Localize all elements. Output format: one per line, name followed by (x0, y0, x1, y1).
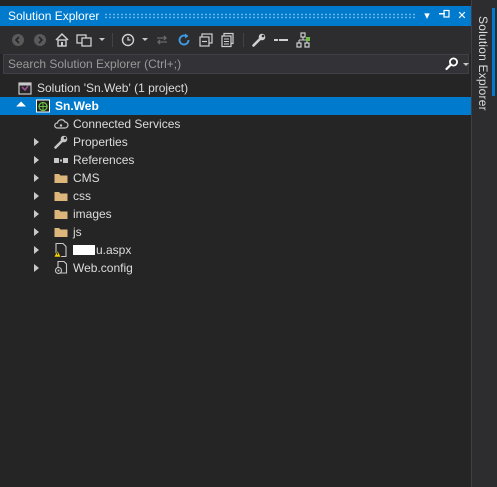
tree-label-item: Properties (73, 135, 128, 149)
tree-label-item: js (73, 225, 82, 239)
tree-label-item: css (73, 189, 91, 203)
panel-titlebar[interactable]: Solution Explorer ▾ ✕ (0, 6, 471, 26)
collapsed-arrow-icon[interactable] (34, 264, 39, 272)
home-icon[interactable] (54, 32, 70, 48)
show-all-files-icon[interactable] (220, 32, 236, 48)
references-icon (53, 152, 69, 168)
search-icon[interactable] (444, 56, 460, 72)
solution-explorer-panel: Solution Explorer ▾ ✕ Search Solution Ex… (0, 0, 471, 487)
tree-label-solution: Solution 'Sn.Web' (1 project) (37, 81, 189, 95)
tree-row-folder[interactable]: js (0, 223, 471, 241)
tree-row-project[interactable]: Sn.Web (0, 97, 471, 115)
web-project-icon (35, 98, 51, 114)
history-dropdown-icon[interactable] (142, 38, 148, 41)
collapsed-arrow-icon[interactable] (34, 246, 39, 254)
tree-row-connected-services[interactable]: Connected Services (0, 115, 471, 133)
tree-label-item: Connected Services (73, 117, 181, 131)
expanded-arrow-icon[interactable] (16, 101, 27, 112)
sync-icon[interactable] (154, 32, 170, 48)
panel-title: Solution Explorer (8, 9, 100, 23)
properties-icon[interactable] (251, 32, 267, 48)
search-box[interactable] (3, 54, 469, 74)
folder-icon (53, 206, 69, 222)
collapse-all-icon[interactable] (198, 32, 214, 48)
switch-views-dropdown-icon[interactable] (99, 38, 105, 41)
preview-icon[interactable] (295, 32, 311, 48)
tree-label-item: u.aspx (73, 243, 131, 257)
aspx-file-warning-icon (53, 242, 69, 258)
config-file-icon (53, 260, 69, 276)
toolbar-separator (243, 33, 244, 47)
side-tab-label: Solution Explorer (476, 16, 490, 111)
collapsed-arrow-icon[interactable] (34, 228, 39, 236)
switch-views-icon[interactable] (76, 32, 92, 48)
window-position-dropdown-icon[interactable]: ▾ (420, 8, 434, 24)
tree-label-text: u.aspx (96, 243, 132, 257)
tree-label-item: References (73, 153, 135, 167)
history-icon[interactable] (120, 32, 136, 48)
tree-label-item: Web.config (73, 261, 133, 275)
folder-icon (53, 224, 69, 240)
collapsed-arrow-icon[interactable] (34, 156, 39, 164)
forward-icon[interactable] (32, 32, 48, 48)
folder-icon (53, 188, 69, 204)
toolbar-separator (112, 33, 113, 47)
collapsed-arrow-icon[interactable] (34, 174, 39, 182)
search-input[interactable] (8, 56, 433, 72)
side-tab-accent (492, 8, 495, 96)
tree-row-folder[interactable]: CMS (0, 169, 471, 187)
collapsed-arrow-icon[interactable] (34, 192, 39, 200)
solution-icon (17, 80, 33, 96)
collapsed-arrow-icon[interactable] (34, 138, 39, 146)
pin-icon[interactable] (437, 8, 451, 24)
tree-row-folder[interactable]: css (0, 187, 471, 205)
tree-row-solution[interactable]: Solution 'Sn.Web' (1 project) (0, 79, 471, 97)
minus-icon[interactable] (273, 32, 289, 48)
tree-row-web-config[interactable]: Web.config (0, 259, 471, 277)
tree-label-item: CMS (73, 171, 100, 185)
titlebar-grip (104, 13, 417, 19)
search-options-dropdown-icon[interactable] (463, 63, 469, 66)
toolbar (0, 26, 471, 54)
tree-label-project: Sn.Web (55, 99, 99, 113)
redacted-block (73, 245, 95, 255)
wrench-icon (53, 134, 69, 150)
side-tab-solution-explorer[interactable]: Solution Explorer (471, 0, 497, 487)
tree-label-item: images (73, 207, 112, 221)
refresh-icon[interactable] (176, 32, 192, 48)
tree-row-references[interactable]: References (0, 151, 471, 169)
cloud-icon (53, 116, 69, 132)
folder-icon (53, 170, 69, 186)
close-icon[interactable]: ✕ (455, 8, 469, 24)
collapsed-arrow-icon[interactable] (34, 210, 39, 218)
back-icon[interactable] (10, 32, 26, 48)
tree-row-properties[interactable]: Properties (0, 133, 471, 151)
tree-row-aspx-file[interactable]: u.aspx (0, 241, 471, 259)
tree-row-folder[interactable]: images (0, 205, 471, 223)
